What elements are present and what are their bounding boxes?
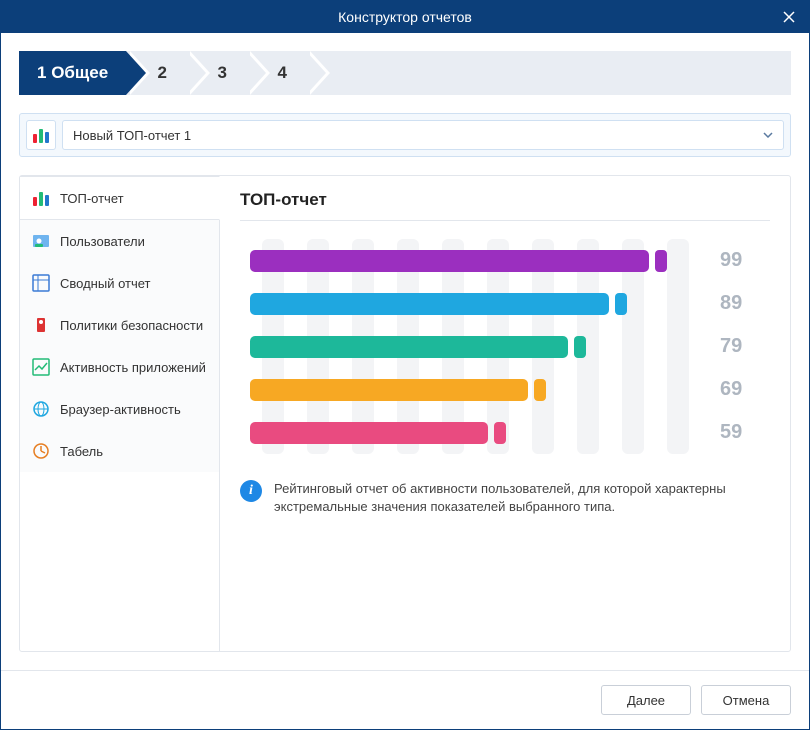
report-selector-row: Новый ТОП-отчет 1 — [19, 113, 791, 157]
step-3-num: 3 — [217, 63, 226, 83]
preview-chart: 99 89 79 69 59 — [240, 231, 770, 462]
sidebar-item-app-activity[interactable]: Активность приложений — [20, 346, 219, 388]
info-icon: i — [240, 480, 262, 502]
timesheet-icon — [32, 442, 50, 460]
sidebar-item-summary[interactable]: Сводный отчет — [20, 262, 219, 304]
window: Конструктор отчетов 1 Общее 2 3 4 — [0, 0, 810, 730]
titlebar: Конструктор отчетов — [1, 1, 809, 33]
chart-bar-cap — [655, 250, 667, 272]
detail-panel: ТОП-отчет 99 89 79 69 59 i Рейтинговый отчет… — [220, 176, 790, 651]
chart-bar-value: 99 — [720, 249, 760, 272]
sidebar-item-label: ТОП-отчет — [60, 191, 124, 206]
report-name-value: Новый ТОП-отчет 1 — [73, 128, 191, 143]
chart-bar-cap — [534, 379, 546, 401]
footer: Далее Отмена — [1, 670, 809, 729]
bar-chart-icon — [32, 126, 50, 144]
close-icon — [783, 11, 795, 23]
chart-bar-value: 89 — [720, 292, 760, 315]
sidebar-item-label: Активность приложений — [60, 360, 206, 375]
chart-bar-row: 89 — [250, 292, 760, 315]
sidebar-item-users[interactable]: Пользователи — [20, 220, 219, 262]
summary-icon — [32, 274, 50, 292]
chart-bar-value: 59 — [720, 421, 760, 444]
chart-bar-cap — [574, 336, 586, 358]
chart-bar-row: 59 — [250, 421, 760, 444]
chart-bar — [250, 422, 488, 444]
chart-bar — [250, 379, 528, 401]
browser-activity-icon — [32, 400, 50, 418]
sidebar-item-top-report[interactable]: ТОП-отчет — [20, 176, 220, 220]
step-rest — [306, 51, 791, 95]
chart-bar-cap — [615, 293, 627, 315]
users-icon — [32, 232, 50, 250]
chart-bar — [250, 250, 649, 272]
content: 1 Общее 2 3 4 — [1, 33, 809, 670]
step-2-num: 2 — [157, 63, 166, 83]
main-panel: ТОП-отчет Пользователи Сводный отчет Полити… — [19, 175, 791, 652]
sidebar-item-label: Пользователи — [60, 234, 145, 249]
sidebar-item-timesheet[interactable]: Табель — [20, 430, 219, 472]
chart-bar-value: 79 — [720, 335, 760, 358]
report-name-select[interactable]: Новый ТОП-отчет 1 — [62, 120, 784, 150]
chart-bar-value: 69 — [720, 378, 760, 401]
description-row: i Рейтинговый отчет об активности пользо… — [240, 480, 770, 516]
security-icon — [32, 316, 50, 334]
chart-bar-row: 69 — [250, 378, 760, 401]
chart-bar-row: 99 — [250, 249, 760, 272]
window-title: Конструктор отчетов — [338, 9, 472, 25]
chart-bar-row: 79 — [250, 335, 760, 358]
chart-bar — [250, 293, 609, 315]
step-bar: 1 Общее 2 3 4 — [19, 51, 791, 95]
sidebar-item-label: Табель — [60, 444, 103, 459]
step-4-num: 4 — [277, 63, 286, 83]
sidebar-item-label: Сводный отчет — [60, 276, 151, 291]
close-button[interactable] — [769, 1, 809, 33]
report-type-icon-box — [26, 120, 56, 150]
top-report-icon — [32, 189, 50, 207]
sidebar: ТОП-отчет Пользователи Сводный отчет Полити… — [20, 176, 220, 651]
step-1[interactable]: 1 Общее — [19, 51, 126, 95]
next-button[interactable]: Далее — [601, 685, 691, 715]
cancel-button[interactable]: Отмена — [701, 685, 791, 715]
detail-title: ТОП-отчет — [240, 190, 770, 221]
sidebar-item-browser-activity[interactable]: Браузер-активность — [20, 388, 219, 430]
step-1-label: 1 Общее — [37, 63, 108, 83]
chart-bar — [250, 336, 568, 358]
app-activity-icon — [32, 358, 50, 376]
chart-bar-cap — [494, 422, 506, 444]
chevron-down-icon — [763, 132, 773, 138]
sidebar-item-security[interactable]: Политики безопасности — [20, 304, 219, 346]
sidebar-item-label: Браузер-активность — [60, 402, 181, 417]
sidebar-item-label: Политики безопасности — [60, 318, 203, 333]
description-text: Рейтинговый отчет об активности пользова… — [274, 480, 770, 516]
